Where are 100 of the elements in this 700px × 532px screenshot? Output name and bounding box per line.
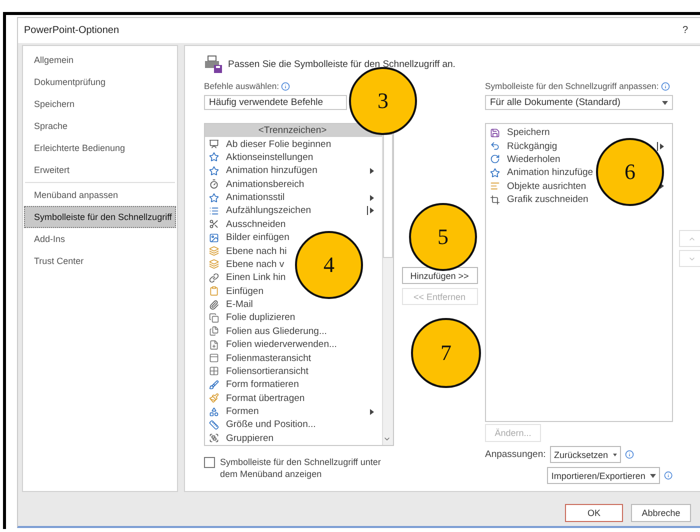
submenu-arrow-icon: [370, 194, 374, 201]
command-item[interactable]: Grafik zuschneiden: [486, 192, 590, 206]
command-item[interactable]: Bilder einfügen: [205, 231, 292, 244]
number-callout: 3: [349, 67, 417, 135]
command-item[interactable]: Einfügen: [205, 284, 266, 298]
command-item[interactable]: Aktionseinstellungen: [205, 150, 316, 164]
shapes-icon: [209, 406, 219, 417]
command-item[interactable]: Formen: [205, 404, 261, 418]
star-icon: [209, 192, 219, 203]
command-item[interactable]: Folienmasteransicht: [205, 351, 314, 365]
command-item[interactable]: Ebene nach v: [205, 258, 286, 272]
command-item[interactable]: Foliensortieransicht: [205, 364, 310, 378]
redo-icon: [490, 154, 500, 164]
checkbox-option[interactable]: Symbolleiste für den Schnellzugriff unter dem Menüband anzeigen: [204, 456, 394, 480]
move-down-button[interactable]: [679, 250, 700, 267]
info-icon: [660, 82, 670, 90]
add-button[interactable]: Hinzufügen >>: [402, 267, 478, 284]
clipboard-icon: [209, 286, 219, 296]
import-export-button[interactable]: Importieren/Exportieren: [547, 467, 660, 484]
layers-icon: [209, 246, 219, 256]
panel-icon: [209, 353, 219, 364]
sidebar-item[interactable]: Menüband anpassen: [24, 184, 176, 206]
align-icon: [490, 181, 500, 192]
command-item[interactable]: Folie duplizieren: [205, 311, 298, 325]
field-label: Befehle auswählen:: [204, 81, 280, 91]
group-icon: [209, 433, 219, 444]
caret-icon: [613, 452, 617, 456]
window-title: PowerPoint-Optionen: [24, 25, 120, 36]
reset-button[interactable]: Zurücksetzen: [550, 446, 621, 463]
undo-icon: [490, 141, 500, 152]
presentation-icon: [209, 139, 219, 150]
commands-dropdown[interactable]: Häufig verwendete Befehle: [204, 95, 347, 110]
split-arrow-icon: [657, 142, 664, 151]
list-icon: [209, 206, 219, 216]
command-item[interactable]: Ab dieser Folie beginnen: [205, 137, 334, 151]
paintbrush-icon: [209, 393, 219, 404]
command-item[interactable]: Animation hinzufügen: [205, 164, 320, 178]
separator-item[interactable]: <Trennzeichen>: [205, 124, 382, 138]
field-label: Symbolleiste für den Schnellzugriff anpassen:: [485, 81, 659, 91]
timer-icon: [209, 179, 219, 190]
paperclip-icon: [209, 300, 219, 310]
command-item[interactable]: Gruppieren: [205, 432, 276, 445]
info-icon: [625, 450, 634, 459]
sidebar-item[interactable]: Trust Center: [24, 250, 176, 272]
command-item[interactable]: Folien wiederverwenden...: [205, 338, 339, 352]
command-item[interactable]: Form formatieren: [205, 378, 301, 392]
ruler-icon: [209, 420, 219, 430]
checkbox[interactable]: [204, 457, 215, 468]
sidebar-item[interactable]: Symbolleiste für den Schnellzugriff: [24, 206, 176, 228]
command-item[interactable]: Einen Link hin: [205, 271, 288, 284]
command-item[interactable]: Rückgängig: [486, 139, 560, 153]
cancel-button[interactable]: Abbreche: [631, 504, 691, 522]
command-item[interactable]: Animationsbereich: [205, 178, 306, 191]
command-item[interactable]: Wiederholen: [486, 152, 562, 166]
sidebar-item[interactable]: Erweitert: [24, 159, 176, 181]
command-item[interactable]: Animation hinzufüge: [486, 166, 596, 180]
sidebar-item[interactable]: Sprache: [24, 115, 176, 137]
image-icon: [209, 232, 219, 243]
help-button[interactable]: ?: [682, 25, 688, 36]
command-item[interactable]: E-Mail: [205, 298, 255, 312]
command-item[interactable]: Größe und Position...: [205, 418, 318, 432]
save-icon: [490, 128, 500, 138]
sidebar-item[interactable]: Add-Ins: [24, 228, 176, 250]
submenu-arrow-icon: [370, 168, 374, 174]
command-item[interactable]: Folien aus Gliederung...: [205, 324, 329, 338]
sidebar-item[interactable]: Allgemein: [24, 49, 176, 71]
move-up-button[interactable]: [679, 230, 700, 247]
ok-button[interactable]: OK: [565, 504, 623, 522]
sidebar-item[interactable]: Erleichterte Bedienung: [24, 137, 176, 159]
brush-icon: [209, 380, 219, 390]
command-item[interactable]: Speichern: [486, 126, 552, 140]
printer-icon: [204, 55, 222, 73]
caret-icon: [650, 474, 656, 478]
info-icon: [281, 82, 290, 90]
link-icon: [209, 272, 219, 283]
toolbar-dropdown[interactable]: Für alle Dokumente (Standard): [485, 95, 673, 110]
scroll-down-icon[interactable]: [383, 435, 391, 443]
number-callout: 4: [295, 231, 363, 299]
star-icon: [490, 168, 500, 178]
file-plus-icon: [209, 340, 219, 350]
command-item[interactable]: Aufzählungszeichen: [205, 204, 314, 218]
submenu-arrow-icon: [370, 408, 374, 415]
command-item[interactable]: Ausschneiden: [205, 218, 288, 231]
caret-icon: [662, 100, 668, 104]
customizations-label: Anpassungen:: [485, 449, 546, 460]
number-callout: 6: [596, 138, 664, 206]
layers-icon: [209, 259, 219, 270]
command-item[interactable]: Format übertragen: [205, 392, 307, 405]
command-item[interactable]: Animationsstil: [205, 190, 287, 204]
sidebar-item[interactable]: Speichern: [24, 93, 176, 115]
copy-icon: [209, 312, 219, 323]
crop-icon: [490, 194, 500, 205]
star-icon: [209, 166, 219, 176]
sidebar-item[interactable]: Dokumentprüfung: [24, 71, 176, 93]
info-icon: [664, 471, 673, 480]
star-icon: [209, 152, 219, 162]
command-item[interactable]: Ebene nach hi: [205, 244, 289, 258]
grid-icon: [209, 366, 219, 376]
files-icon: [209, 326, 219, 336]
command-item[interactable]: Objekte ausrichten: [486, 180, 588, 193]
